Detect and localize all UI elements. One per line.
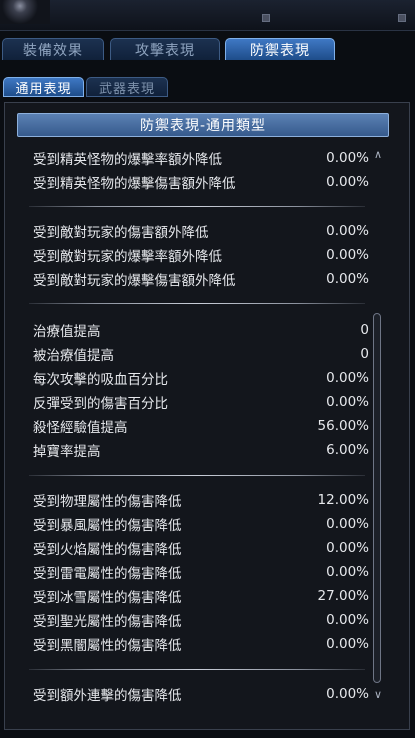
tab-label: 攻擊表現 (135, 42, 195, 59)
stat-label: 殺怪經驗值提高 (33, 420, 128, 436)
stat-label: 受到敵對玩家的傷害額外降低 (33, 225, 209, 241)
window-top-strip (0, 0, 415, 31)
stat-label: 掉寶率提高 (33, 444, 101, 460)
stat-label: 受到黑闇屬性的傷害降低 (33, 638, 182, 654)
subtab-general-performance[interactable]: 通用表現 (3, 77, 84, 97)
tab-label: 裝備效果 (23, 42, 83, 59)
subtab-label: 通用表現 (15, 81, 72, 97)
stat-label: 反彈受到的傷害百分比 (33, 396, 168, 412)
stat-label: 受到敵對玩家的爆擊傷害額外降低 (33, 273, 236, 289)
stat-value: 0 (360, 322, 369, 338)
stat-value: 0.00% (326, 636, 369, 652)
stat-row: 受到精英怪物的爆擊傷害額外降低 0.00% (33, 172, 369, 192)
stat-row: 受到冰雪屬性的傷害降低 27.00% (33, 586, 369, 606)
stat-label: 受到暴風屬性的傷害降低 (33, 518, 182, 534)
stat-value: 27.00% (317, 588, 369, 604)
stat-row: 受到暴風屬性的傷害降低 0.00% (33, 514, 369, 534)
stat-label: 治療值提高 (33, 324, 101, 340)
stat-label: 受到精英怪物的爆擊傷害額外降低 (33, 176, 236, 192)
stat-label: 受到精英怪物的爆擊率額外降低 (33, 152, 222, 168)
stat-row: 受到敵對玩家的爆擊傷害額外降低 0.00% (33, 269, 369, 289)
stat-value: 0.00% (326, 370, 369, 386)
stat-row: 受到敵對玩家的傷害額外降低 0.00% (33, 221, 369, 241)
stat-label: 被治療值提高 (33, 348, 114, 364)
stat-row: 受到聖光屬性的傷害降低 0.00% (33, 610, 369, 630)
tab-equipment-effects[interactable]: 裝備效果 (2, 38, 104, 60)
stat-row: 受到雷電屬性的傷害降低 0.00% (33, 562, 369, 582)
stat-value: 0.00% (326, 394, 369, 410)
stat-value: 0.00% (326, 174, 369, 190)
stat-row: 反彈受到的傷害百分比 0.00% (33, 392, 369, 412)
scroll-down-icon[interactable]: ∨ (371, 689, 385, 701)
stat-label: 受到敵對玩家的爆擊率額外降低 (33, 249, 222, 265)
stat-value: 0.00% (326, 612, 369, 628)
stat-label: 受到額外連擊的傷害降低 (33, 688, 182, 704)
decorative-emblem (0, 0, 50, 24)
stat-value: 0.00% (326, 686, 369, 702)
stat-value: 0.00% (326, 150, 369, 166)
stat-value: 6.00% (326, 442, 369, 458)
stat-row: 受到精英怪物的爆擊率額外降低 0.00% (33, 148, 369, 168)
stat-value: 12.00% (317, 492, 369, 508)
stat-row: 受到額外連擊的傷害降低 0.00% (33, 684, 369, 704)
tab-defense-performance[interactable]: 防禦表現 (225, 38, 335, 60)
stat-row: 殺怪經驗值提高 56.00% (33, 416, 369, 436)
decorative-dot (398, 14, 406, 22)
main-tab-bar: 裝備效果 攻擊表現 防禦表現 (0, 38, 415, 62)
stat-row: 受到黑闇屬性的傷害降低 0.00% (33, 634, 369, 654)
section-divider (29, 669, 365, 670)
stat-row: 受到物理屬性的傷害降低 12.00% (33, 490, 369, 510)
stats-panel: 防禦表現-通用類型 受到精英怪物的爆擊率額外降低 0.00% 受到精英怪物的爆擊… (4, 102, 410, 730)
stat-value: 0.00% (326, 271, 369, 287)
stat-value: 0.00% (326, 564, 369, 580)
stat-row: 每次攻擊的吸血百分比 0.00% (33, 368, 369, 388)
panel-title: 防禦表現-通用類型 (17, 113, 389, 137)
stat-label: 受到物理屬性的傷害降低 (33, 494, 182, 510)
stat-label: 受到聖光屬性的傷害降低 (33, 614, 182, 630)
stat-row: 受到火焰屬性的傷害降低 0.00% (33, 538, 369, 558)
tab-label: 防禦表現 (250, 42, 310, 59)
stat-label: 每次攻擊的吸血百分比 (33, 372, 168, 388)
panel-title-text: 防禦表現-通用類型 (139, 118, 267, 134)
subtab-label: 武器表現 (98, 81, 155, 97)
sub-tab-bar: 通用表現 武器表現 (0, 77, 415, 99)
stat-row: 治療值提高 0 (33, 320, 369, 340)
stat-row: 掉寶率提高 6.00% (33, 440, 369, 460)
stat-label: 受到火焰屬性的傷害降低 (33, 542, 182, 558)
stat-row: 被治療值提高 0 (33, 344, 369, 364)
stat-value: 0.00% (326, 247, 369, 263)
subtab-weapon-performance[interactable]: 武器表現 (86, 77, 168, 97)
stat-value: 0.00% (326, 223, 369, 239)
section-divider (29, 303, 365, 304)
scroll-up-icon[interactable]: ∧ (371, 149, 385, 161)
stat-value: 0.00% (326, 540, 369, 556)
stat-label: 受到雷電屬性的傷害降低 (33, 566, 182, 582)
stat-row: 受到敵對玩家的爆擊率額外降低 0.00% (33, 245, 369, 265)
stat-value: 56.00% (317, 418, 369, 434)
section-divider (29, 475, 365, 476)
scrollbar[interactable] (373, 313, 381, 683)
section-divider (29, 206, 365, 207)
stat-label: 受到冰雪屬性的傷害降低 (33, 590, 182, 606)
decorative-dot (262, 14, 270, 22)
stat-value: 0.00% (326, 516, 369, 532)
stat-value: 0 (360, 346, 369, 362)
tab-attack-performance[interactable]: 攻擊表現 (110, 38, 220, 60)
